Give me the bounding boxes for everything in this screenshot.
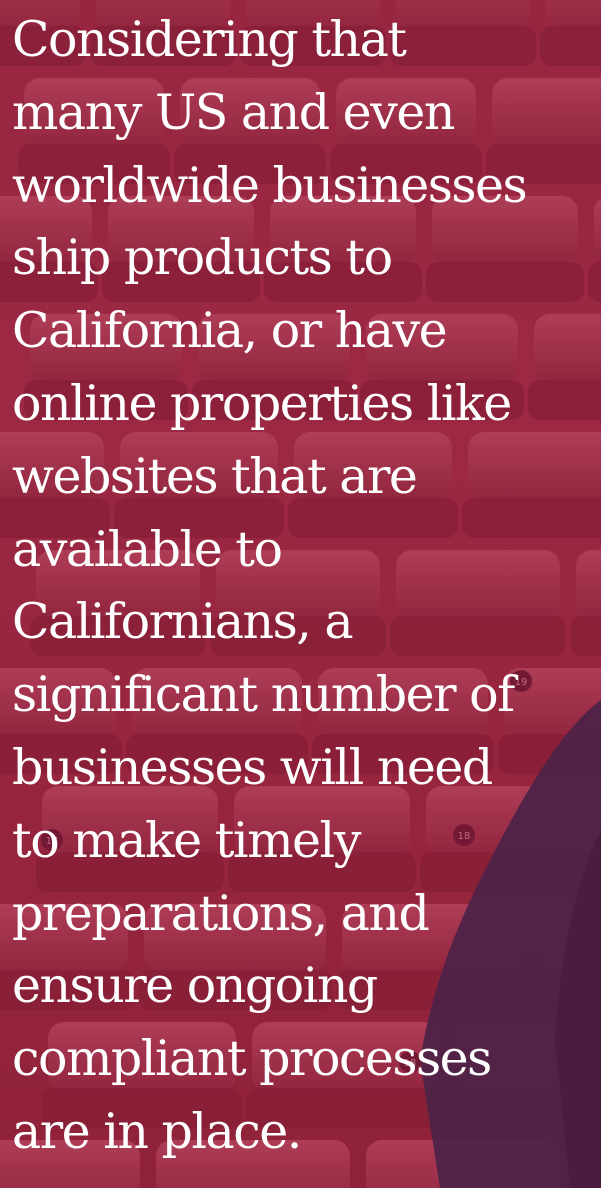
quote-line: to make timely xyxy=(12,811,361,869)
quote-line: ship products to xyxy=(12,229,393,287)
quote-line: Considering that xyxy=(12,11,407,68)
quote-line: available to xyxy=(12,520,283,578)
quote-line: worldwide businesses xyxy=(12,156,528,214)
quote-line: Californians, a xyxy=(12,593,354,651)
quote-line: preparations, and xyxy=(12,884,430,942)
quote-line: significant number of xyxy=(12,666,515,724)
quote-line: many US and even xyxy=(12,83,455,141)
quote-line: online properties like xyxy=(12,374,512,432)
quote-line: businesses will need xyxy=(12,738,493,796)
quote-line: compliant processes xyxy=(12,1030,492,1088)
quote-line: California, or have xyxy=(12,302,448,360)
quote-line: websites that are xyxy=(12,447,418,505)
quote-line: are in place. xyxy=(12,1102,302,1160)
quote-text: Considering that many US and even worldw… xyxy=(12,4,597,1169)
quote-line: ensure ongoing xyxy=(12,957,378,1015)
quote-card: 19 17 18 18 Considering that many US and ev… xyxy=(0,0,601,1188)
